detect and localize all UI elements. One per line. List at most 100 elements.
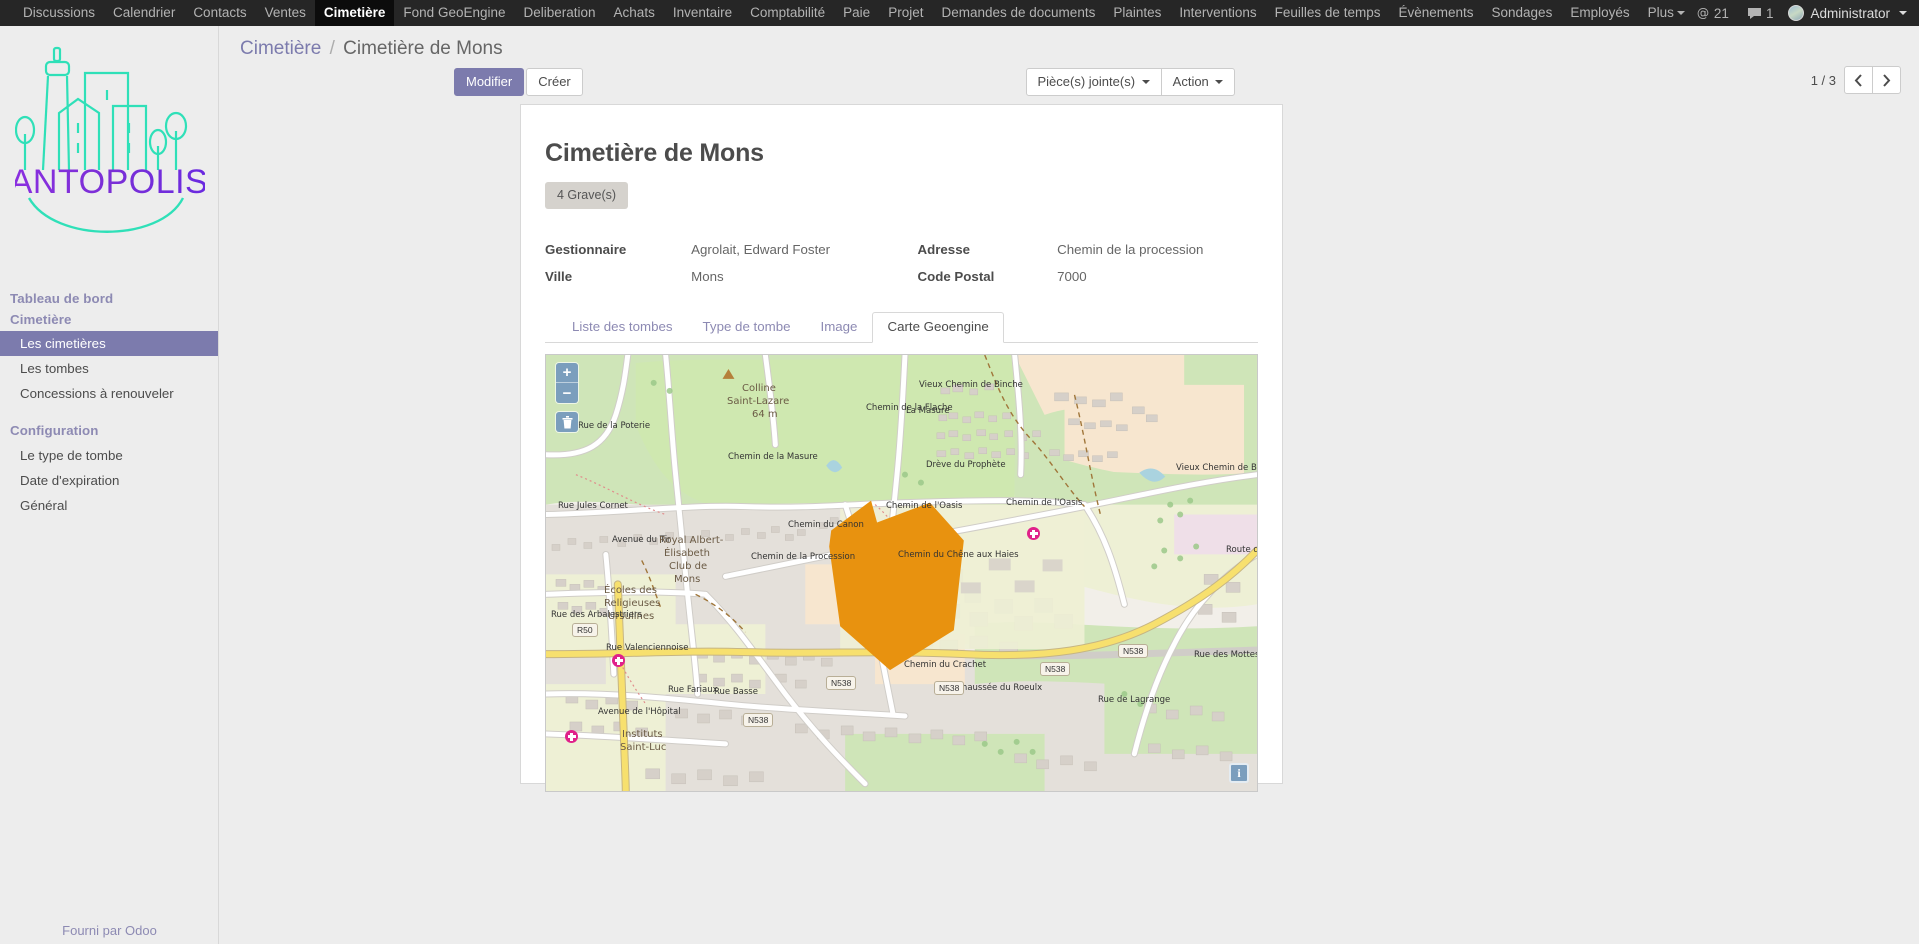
field-column-right: Adresse Code Postal Chemin de la processi… [902,237,1259,291]
tab-image[interactable]: Image [806,312,873,343]
action-dropdown[interactable]: Action [1160,68,1236,96]
tab-liste-des-tombes[interactable]: Liste des tombes [557,312,688,343]
field-value-adresse[interactable]: Chemin de la procession [1057,237,1258,264]
attachments-dropdown[interactable]: Pièce(s) jointe(s) [1025,68,1162,96]
top-menu-item-v-nements[interactable]: Évènements [1389,0,1482,26]
sidebar-item-les-tombes[interactable]: Les tombes [0,356,218,381]
top-menu-item-label: Interventions [1179,5,1257,20]
breadcrumb-current: Cimetière de Mons [343,38,503,59]
top-menu-item-plus[interactable]: Plus [1639,0,1694,26]
sidebar: ANTOPOLIS Tableau de bord Cimetière Les ci… [0,26,219,944]
tab-label: Image [820,319,858,334]
graves-stat-button[interactable]: 4 Grave(s) [545,182,629,209]
field-column-left: Gestionnaire Ville Agrolait, Edward Foste… [545,237,902,291]
top-menu-item-label: Plus [1647,5,1674,20]
tab-type-de-tombe[interactable]: Type de tombe [688,312,806,343]
notebook: Liste des tombes Type de tombe Image Carte … [545,312,1258,792]
messages-indicator[interactable]: 1 [1738,6,1783,21]
top-menu-item-plaintes[interactable]: Plaintes [1104,0,1170,26]
avatar [1788,5,1805,21]
chat-bubble-icon [1747,7,1762,20]
top-menu-item-employ-s[interactable]: Employés [1561,0,1638,26]
top-menu-item-label: Comptabilité [750,5,826,20]
top-menu-item-label: Calendrier [113,5,176,20]
breadcrumb-root[interactable]: Cimetière [240,38,321,59]
sidebar-item-label: Le type de tombe [20,447,123,463]
field-values-right: Chemin de la procession 7000 [1057,237,1258,291]
top-menu-item-label: Sondages [1491,5,1553,20]
mentions-count: 21 [1713,5,1729,21]
top-menu-item-label: Deliberation [523,5,596,20]
top-menu-item-label: Ventes [264,5,306,20]
user-name: Administrator [1810,5,1890,21]
chevron-down-icon [1141,80,1150,84]
field-value-gestionnaire[interactable]: Agrolait, Edward Foster [691,237,901,264]
sidebar-item-les-cimeti-res[interactable]: Les cimetières [0,331,218,356]
notebook-tabs: Liste des tombes Type de tombe Image Carte … [545,312,1258,343]
map-zoom-out-button[interactable]: − [556,383,578,403]
breadcrumb-separator: / [329,38,335,59]
pager-previous-button[interactable] [1844,66,1873,94]
top-menu-item-projet[interactable]: Projet [879,0,932,26]
top-menu-item-deliberation[interactable]: Deliberation [515,0,605,26]
top-menu-item-discussions[interactable]: Discussions [14,0,104,26]
stat-button-box: 4 Grave(s) [545,182,1258,209]
field-label-adresse: Adresse [917,242,970,257]
map-info-button[interactable]: i [1229,763,1249,783]
app-logo: ANTOPOLIS [0,26,218,246]
top-menu-item-calendrier[interactable]: Calendrier [104,0,184,26]
sidebar-item-label: Date d'expiration [20,472,120,488]
top-menu-item-inventaire[interactable]: Inventaire [664,0,741,26]
breadcrumb: Cimetière / Cimetière de Mons [238,38,1901,60]
edit-button[interactable]: Modifier [454,68,525,96]
create-button[interactable]: Créer [526,68,583,96]
sidebar-item-g-n-ral[interactable]: Général [0,493,218,518]
top-menu-item-sondages[interactable]: Sondages [1483,0,1562,26]
geoengine-map[interactable]: CollineSaint-Lazare64 mLa MasureGreen Pa… [545,354,1258,792]
sidebar-menu: Tableau de bord Cimetière Les cimetières Le… [0,246,218,518]
top-menu-item-achats[interactable]: Achats [605,0,664,26]
field-labels-left: Gestionnaire Ville [545,237,691,291]
top-menu-item-interventions[interactable]: Interventions [1170,0,1265,26]
top-menu-item-cimeti-re[interactable]: Cimetière [314,0,395,26]
messages-count: 1 [1765,5,1774,21]
top-menu-item-label: Évènements [1398,5,1474,20]
chevron-down-icon [1215,80,1224,84]
tab-label: Carte Geoengine [887,319,989,334]
field-label-code-postal: Code Postal [917,269,995,284]
top-menu-item-ventes[interactable]: Ventes [256,0,315,26]
field-value-code-postal[interactable]: 7000 [1057,264,1258,291]
tab-label: Type de tombe [702,319,791,334]
top-menu-item-demandes-de-documents[interactable]: Demandes de documents [932,0,1104,26]
top-menu-item-paie[interactable]: Paie [834,0,879,26]
field-value-ville[interactable]: Mons [691,264,901,291]
mentions-indicator[interactable]: @ 21 [1687,6,1738,21]
tab-label: Liste des tombes [572,319,673,334]
map-zoom-in-button[interactable]: + [556,363,578,383]
form-view: Cimetière de Mons 4 Grave(s) Gestionnair… [220,98,1919,792]
top-menu-item-label: Contacts [193,5,247,20]
sidebar-item-date-d-expiration[interactable]: Date d'expiration [0,468,218,493]
top-menu-item-contacts[interactable]: Contacts [184,0,255,26]
sidebar-item-concessions-renouveler[interactable]: Concessions à renouveler [0,381,218,406]
trash-icon [562,415,572,428]
pager-buttons [1844,66,1901,94]
top-menu-item-fond-geoengine[interactable]: Fond GeoEngine [394,0,514,26]
top-menu-item-label: Projet [888,5,924,20]
sidebar-section-heading: Configuration [10,423,99,438]
top-menu-item-comptabilit[interactable]: Comptabilité [741,0,834,26]
chevron-down-icon [1676,11,1685,15]
user-menu[interactable]: Administrator [1782,5,1915,21]
powered-by-odoo[interactable]: Fourni par Odoo [0,923,218,938]
map-clear-button[interactable] [556,412,578,432]
field-label-gestionnaire: Gestionnaire [545,242,627,257]
form-sheet: Cimetière de Mons 4 Grave(s) Gestionnair… [520,104,1283,792]
top-menu-item-label: Inventaire [672,5,733,20]
pager-next-button[interactable] [1872,66,1901,94]
top-menu-item-label: Fond GeoEngine [403,5,506,20]
top-menu-item-feuilles-de-temps[interactable]: Feuilles de temps [1266,0,1390,26]
svg-text:@: @ [1697,6,1709,20]
tab-carte-geoengine[interactable]: Carte Geoengine [872,312,1004,343]
sidebar-item-le-type-de-tombe[interactable]: Le type de tombe [0,443,218,468]
top-menu-item-label: Discussions [23,5,96,20]
